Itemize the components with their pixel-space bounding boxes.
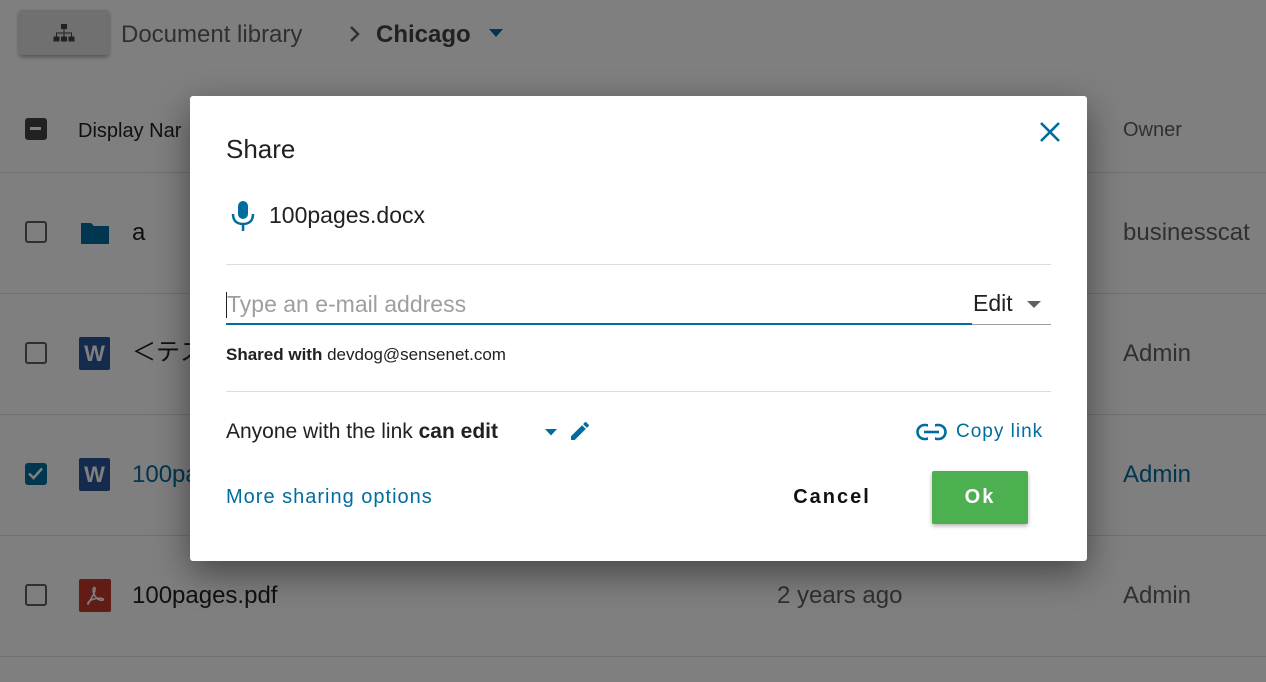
text-cursor bbox=[226, 292, 227, 318]
shared-with-email: devdog@sensenet.com bbox=[327, 345, 506, 364]
link-icon bbox=[916, 423, 947, 441]
divider bbox=[226, 391, 1051, 392]
shared-with-label: Shared with bbox=[226, 345, 323, 364]
link-permission: can edit bbox=[418, 420, 498, 443]
email-input[interactable] bbox=[226, 285, 973, 323]
divider bbox=[226, 264, 1051, 265]
caret-down-icon bbox=[1027, 301, 1041, 308]
caret-down-icon[interactable] bbox=[545, 429, 557, 436]
copy-link-button[interactable]: Copy link bbox=[916, 418, 1043, 446]
permission-select[interactable]: Edit bbox=[972, 285, 1051, 325]
dialog-title: Share bbox=[226, 134, 296, 164]
email-field[interactable] bbox=[226, 285, 973, 325]
shared-with-text: Shared with devdog@sensenet.com bbox=[226, 344, 506, 366]
close-icon[interactable] bbox=[1038, 120, 1062, 144]
shared-filename: 100pages.docx bbox=[269, 202, 426, 228]
ok-button[interactable]: Ok bbox=[932, 471, 1028, 524]
link-permission-text: Anyone with the link can edit bbox=[226, 418, 498, 446]
pencil-icon[interactable] bbox=[568, 419, 592, 443]
share-dialog: Share 100pages.docx Edit Shared with dev… bbox=[190, 96, 1087, 561]
cancel-button[interactable]: Cancel bbox=[768, 477, 896, 517]
more-sharing-options-link[interactable]: More sharing options bbox=[226, 484, 433, 510]
permission-value: Edit bbox=[973, 290, 1013, 316]
microphone-icon bbox=[231, 201, 255, 231]
link-prefix: Anyone with the link bbox=[226, 420, 413, 443]
copy-link-label: Copy link bbox=[956, 421, 1044, 442]
